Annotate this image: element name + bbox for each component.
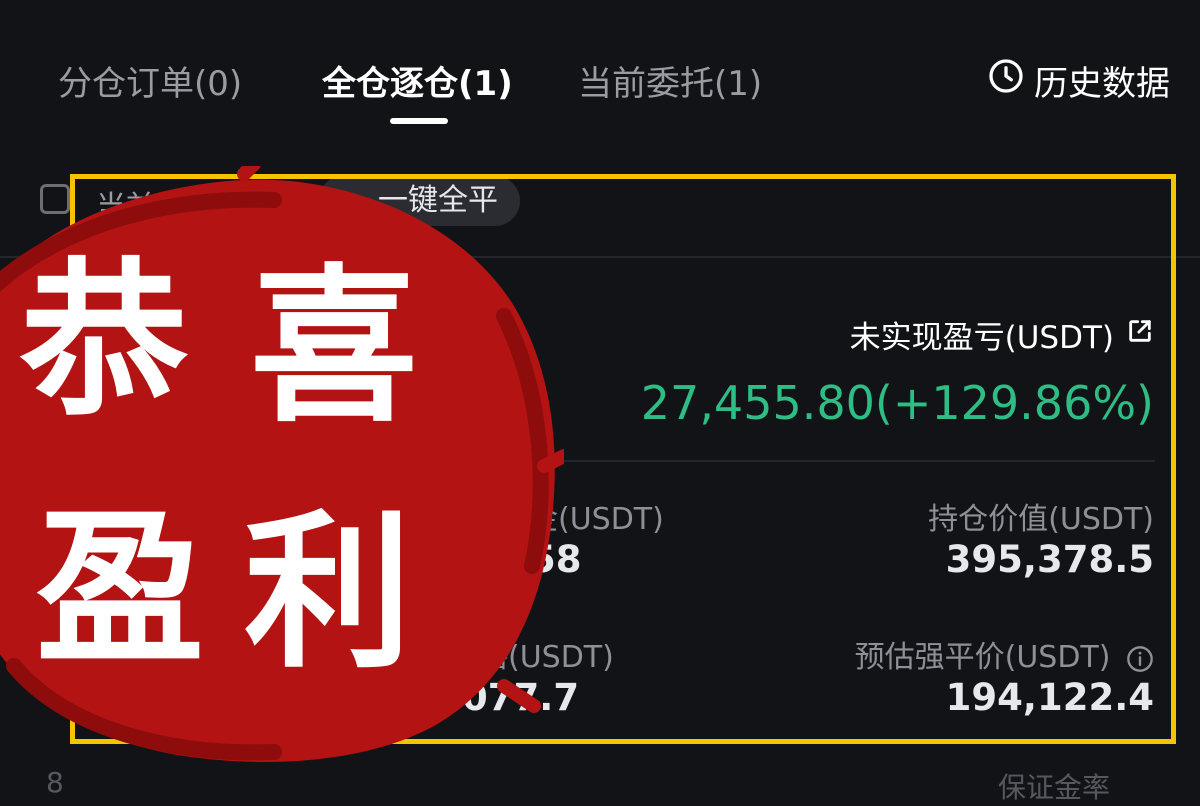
position-value-label: 持仓价值(USDT) <box>928 502 1154 537</box>
current-pair-label: 当前交易对 <box>96 190 246 225</box>
history-data-label: 历史数据 <box>1034 64 1170 104</box>
pnl-divider <box>540 460 1155 462</box>
tab-split-orders[interactable]: 分仓订单(0) <box>58 56 242 105</box>
close-all-button[interactable]: 一键全平 <box>318 176 520 226</box>
margin-value: 58 <box>530 538 582 581</box>
unrealized-pnl-value: 27,455.80(+129.86%) <box>640 376 1154 430</box>
liquidation-price-label-row[interactable]: 预估强平价(USDT) <box>855 632 1154 676</box>
margin-label: 金(USDT) <box>528 502 664 537</box>
liquidation-price-value: 194,122.4 <box>945 676 1154 719</box>
stamp-char-1: 恭 <box>20 241 188 439</box>
liquidation-price-label: 预估强平价(USDT) <box>854 640 1111 675</box>
clock-icon <box>988 58 1024 103</box>
info-icon[interactable] <box>1126 645 1154 673</box>
position-value: 395,378.5 <box>945 538 1154 581</box>
price-value: .077.7 <box>448 676 580 719</box>
stamp-char-2: 喜 <box>250 247 418 445</box>
tab-cross-isolated[interactable]: 全仓逐仓(1) <box>322 56 513 105</box>
tab-open-orders[interactable]: 当前委托(1) <box>578 56 762 105</box>
unrealized-pnl-label: 未实现盈亏(USDT) <box>849 320 1114 356</box>
unrealized-pnl-header[interactable]: 未实现盈亏(USDT) <box>850 312 1154 357</box>
toolbar-divider <box>0 256 1200 258</box>
current-pair-checkbox[interactable] <box>40 184 70 214</box>
stamp-char-4: 利 <box>244 493 412 691</box>
price-label: 格(USDT) <box>478 640 614 675</box>
stamp-char-3: 盈 <box>36 489 204 687</box>
history-data-button[interactable]: 历史数据 <box>988 56 1170 105</box>
bottom-right-fragment: 保证金率 <box>997 771 1110 804</box>
bottom-left-fragment: 8 <box>46 766 64 799</box>
active-tab-indicator <box>390 118 448 124</box>
share-icon <box>1126 317 1154 353</box>
position-toolbar: 当前交易对 一键全平 <box>40 176 1160 230</box>
